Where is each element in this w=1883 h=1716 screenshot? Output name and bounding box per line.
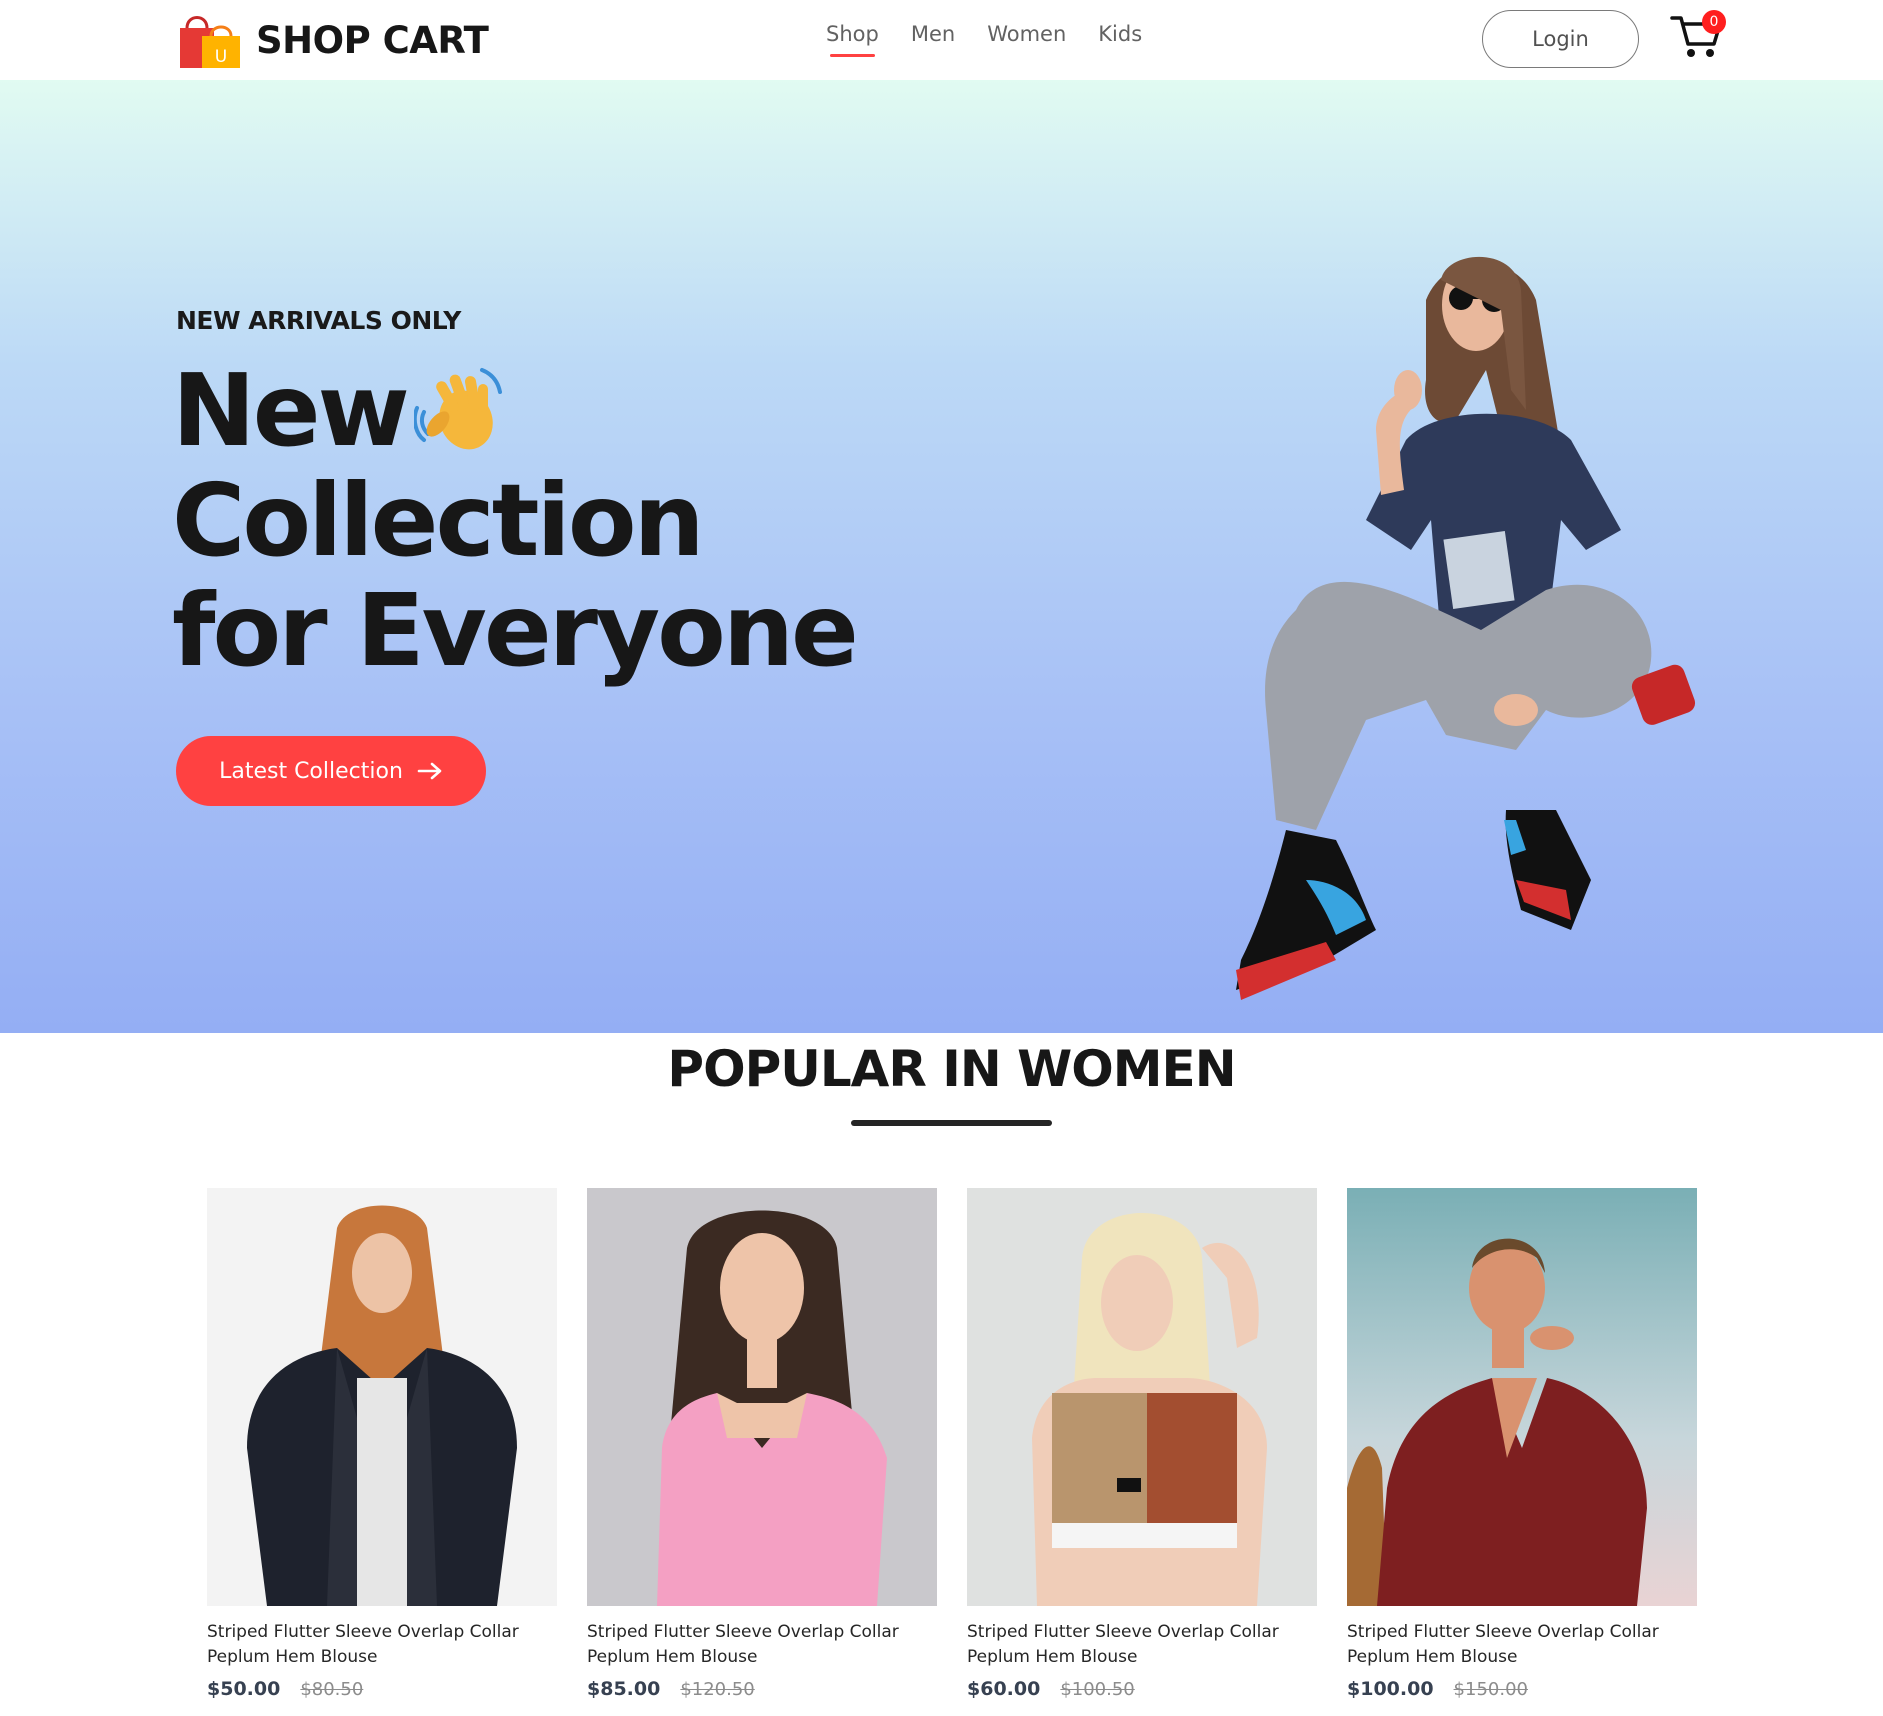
- title-underline: [851, 1120, 1052, 1126]
- hero-model-image: [1236, 256, 1696, 1000]
- new-price: $85.00: [587, 1678, 661, 1700]
- navbar: U SHOP CART Shop Men Women Kids Login 0: [0, 0, 1883, 80]
- product-card[interactable]: Striped Flutter Sleeve Overlap Collar Pe…: [207, 1188, 557, 1700]
- product-name-line-2: Peplum Hem Blouse: [967, 1647, 1138, 1667]
- product-name[interactable]: Striped Flutter Sleeve Overlap Collar Pe…: [1347, 1620, 1677, 1670]
- product-grid: Striped Flutter Sleeve Overlap Collar Pe…: [207, 1188, 1697, 1700]
- nav-item-kids[interactable]: Kids: [1098, 22, 1142, 62]
- product-image[interactable]: [207, 1188, 557, 1606]
- new-price: $50.00: [207, 1678, 281, 1700]
- product-name-line-2: Peplum Hem Blouse: [587, 1647, 758, 1667]
- product-image[interactable]: [967, 1188, 1317, 1606]
- product-image[interactable]: [587, 1188, 937, 1606]
- product-name-line-1: Striped Flutter Sleeve Overlap Collar: [587, 1622, 899, 1642]
- product-name[interactable]: Striped Flutter Sleeve Overlap Collar Pe…: [967, 1620, 1297, 1670]
- product-image[interactable]: [1347, 1188, 1697, 1606]
- arrow-right-icon: [417, 762, 442, 780]
- cart-count-badge: 0: [1702, 10, 1726, 34]
- old-price: $80.50: [300, 1679, 364, 1700]
- new-price: $60.00: [967, 1678, 1041, 1700]
- hero-title-line-1: New: [172, 352, 410, 469]
- product-prices: $100.00 $150.00: [1347, 1678, 1697, 1700]
- old-price: $150.00: [1453, 1679, 1528, 1700]
- product-prices: $60.00 $100.50: [967, 1678, 1317, 1700]
- old-price: $120.50: [680, 1679, 755, 1700]
- product-name-line-2: Peplum Hem Blouse: [207, 1647, 378, 1667]
- old-price: $100.50: [1060, 1679, 1135, 1700]
- bag-letter: U: [215, 47, 227, 67]
- product-name-line-1: Striped Flutter Sleeve Overlap Collar: [967, 1622, 1279, 1642]
- hero-section: NEW ARRIVALS ONLY New Collection for Eve…: [0, 80, 1883, 1033]
- waving-hand-icon: [414, 368, 502, 450]
- product-name-line-1: Striped Flutter Sleeve Overlap Collar: [207, 1622, 519, 1642]
- new-price: $100.00: [1347, 1678, 1434, 1700]
- product-card[interactable]: Striped Flutter Sleeve Overlap Collar Pe…: [967, 1188, 1317, 1700]
- product-name[interactable]: Striped Flutter Sleeve Overlap Collar Pe…: [587, 1620, 917, 1670]
- product-card[interactable]: Striped Flutter Sleeve Overlap Collar Pe…: [587, 1188, 937, 1700]
- hero-title-line-2: Collection: [172, 462, 705, 579]
- brand-name: SHOP CART: [256, 18, 489, 62]
- hero-tagline: NEW ARRIVALS ONLY: [176, 306, 461, 335]
- nav-item-men[interactable]: Men: [911, 22, 955, 62]
- shopping-bag-icon: U: [180, 16, 240, 68]
- brand-logo[interactable]: U SHOP CART: [178, 10, 489, 70]
- login-button[interactable]: Login: [1482, 10, 1639, 68]
- nav-item-shop[interactable]: Shop: [826, 22, 879, 62]
- latest-collection-label: Latest Collection: [219, 758, 403, 784]
- main-nav: Shop Men Women Kids: [826, 22, 1142, 62]
- hero-title-line-3: for Everyone: [172, 572, 859, 689]
- product-name[interactable]: Striped Flutter Sleeve Overlap Collar Pe…: [207, 1620, 537, 1670]
- popular-section-title: POPULAR IN WOMEN: [667, 1040, 1236, 1098]
- product-name-line-1: Striped Flutter Sleeve Overlap Collar: [1347, 1622, 1659, 1642]
- product-card[interactable]: Striped Flutter Sleeve Overlap Collar Pe…: [1347, 1188, 1697, 1700]
- product-name-line-2: Peplum Hem Blouse: [1347, 1647, 1518, 1667]
- product-prices: $85.00 $120.50: [587, 1678, 937, 1700]
- nav-item-women[interactable]: Women: [987, 22, 1066, 62]
- latest-collection-button[interactable]: Latest Collection: [176, 736, 486, 806]
- product-prices: $50.00 $80.50: [207, 1678, 557, 1700]
